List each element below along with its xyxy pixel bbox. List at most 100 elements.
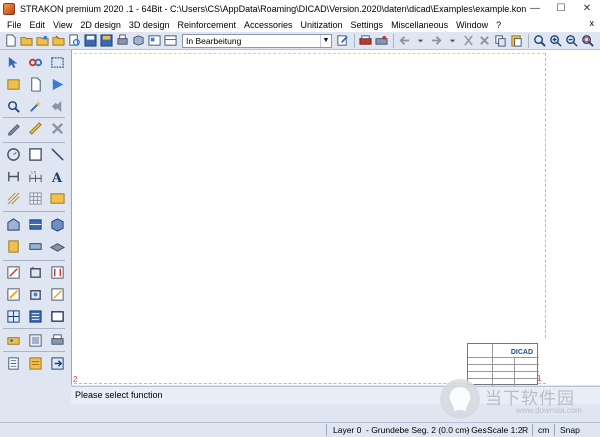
rebar-icon[interactable] [5,264,21,280]
schedule-icon[interactable] [27,355,43,371]
select-object-icon[interactable] [5,54,21,70]
stirrup-icon[interactable] [27,264,43,280]
document-icon[interactable] [27,76,43,92]
redo-arrow-icon[interactable] [429,34,443,48]
text-icon[interactable]: A [49,168,65,184]
new-file-icon[interactable] [3,34,17,48]
delete-element-icon[interactable] [49,120,65,136]
menu-unitization[interactable]: Unitization [297,20,347,30]
play-icon[interactable] [49,76,65,92]
watermark-url: www.downxia.com [516,406,582,415]
close-document-button[interactable]: x [590,18,595,28]
menu-reinforcement[interactable]: Reinforcement [173,20,240,30]
rectangle-icon[interactable] [27,146,43,162]
image-icon[interactable] [49,190,65,206]
menu-file[interactable]: File [3,20,26,30]
layout-icon[interactable] [147,34,161,48]
delete-icon[interactable] [477,34,491,48]
status-r[interactable]: R [522,425,528,435]
status-layer[interactable]: Layer 0 [333,425,361,435]
view-3d-icon[interactable] [131,34,145,48]
sheet-border-top [74,53,545,54]
browse-folder-icon[interactable] [51,34,65,48]
status-ges: - Ges [466,425,487,435]
menu-edit[interactable]: Edit [26,20,50,30]
menu-window[interactable]: Window [452,20,492,30]
zoom-in-icon[interactable] [548,34,562,48]
circle-icon[interactable] [5,146,21,162]
bar-link-icon[interactable] [27,286,43,302]
save-as-icon[interactable] [99,34,113,48]
zoom-out-icon[interactable] [564,34,578,48]
beam-icon[interactable] [27,238,43,254]
find-file-icon[interactable] [67,34,81,48]
list-report-icon[interactable] [5,355,21,371]
grid-icon[interactable] [27,190,43,206]
hide-icon[interactable] [49,98,65,114]
dimension-chain-icon[interactable]: 1.5 [27,168,43,184]
printer-icon[interactable] [49,332,65,348]
line-icon[interactable] [49,146,65,162]
paste-icon[interactable] [509,34,523,48]
menu-accessories[interactable]: Accessories [240,20,297,30]
building-icon[interactable] [5,216,21,232]
menu-miscellaneous[interactable]: Miscellaneous [387,20,452,30]
plot-preview-icon[interactable] [374,34,388,48]
bar-edit-icon[interactable] [5,286,21,302]
status-unit[interactable]: cm [538,425,549,435]
menu-settings[interactable]: Settings [347,20,388,30]
select-group-icon[interactable] [49,54,65,70]
menu-3d-design[interactable]: 3D design [125,20,174,30]
sheet-icon[interactable] [163,34,177,48]
drawing-canvas[interactable] [71,50,600,385]
print-icon[interactable] [115,34,129,48]
plot-icon[interactable] [358,34,372,48]
dimension-icon[interactable] [5,168,21,184]
cut-icon[interactable] [461,34,475,48]
select-chain-icon[interactable] [27,54,43,70]
redo-menu-chevron-icon[interactable] [445,34,459,48]
status-segment: - Grundebe Seg. 2 (0.0 cm) [366,425,470,435]
status-snap[interactable]: Snap [560,425,580,435]
minimize-button[interactable]: — [522,0,548,17]
status-bar: Layer 0 - Grundebe Seg. 2 (0.0 cm) - Ges… [0,422,600,437]
zoom-window-icon[interactable] [532,34,546,48]
unit-plan-icon[interactable] [27,332,43,348]
status-dropdown[interactable]: In Bearbeitung ▼ [182,33,332,48]
measure-icon[interactable] [27,120,43,136]
column-icon[interactable] [5,238,21,254]
hatch-icon[interactable] [5,190,21,206]
edit-properties-icon[interactable] [335,34,349,48]
title-block-rule [492,344,493,386]
block-3d-icon[interactable] [49,216,65,232]
slab-icon[interactable] [49,238,65,254]
open-drawing-icon[interactable] [5,76,21,92]
undo-menu-chevron-icon[interactable] [413,34,427,48]
mesh-icon[interactable] [5,308,21,324]
magic-icon[interactable] [27,98,43,114]
title-block-rule [514,357,515,386]
pen-icon[interactable] [5,120,21,136]
search-layer-icon[interactable] [5,98,21,114]
wall-icon[interactable] [27,216,43,232]
maximize-button[interactable]: ☐ [548,0,574,17]
export-icon[interactable] [49,355,65,371]
save-icon[interactable] [83,34,97,48]
open-folder-icon[interactable] [19,34,33,48]
zoom-all-icon[interactable] [580,34,594,48]
bar-shape-icon[interactable] [49,264,65,280]
bar-mesh-icon[interactable] [49,286,65,302]
title-bar: STRAKON premium 2020 .1 - 64Bit - C:\Use… [0,0,600,17]
menu-help[interactable]: ? [492,20,505,30]
copy-icon[interactable] [493,34,507,48]
close-button[interactable]: ✕ [574,0,600,17]
status-scale[interactable]: Scale 1:2 [487,425,522,435]
chevron-down-icon[interactable]: ▼ [320,34,331,47]
open-recent-icon[interactable] [35,34,49,48]
unit-element-icon[interactable] [5,332,21,348]
mesh-list-icon[interactable] [27,308,43,324]
undo-arrow-icon[interactable] [397,34,411,48]
mesh-frame-icon[interactable] [49,308,65,324]
menu-view[interactable]: View [49,20,76,30]
menu-2d-design[interactable]: 2D design [76,20,125,30]
